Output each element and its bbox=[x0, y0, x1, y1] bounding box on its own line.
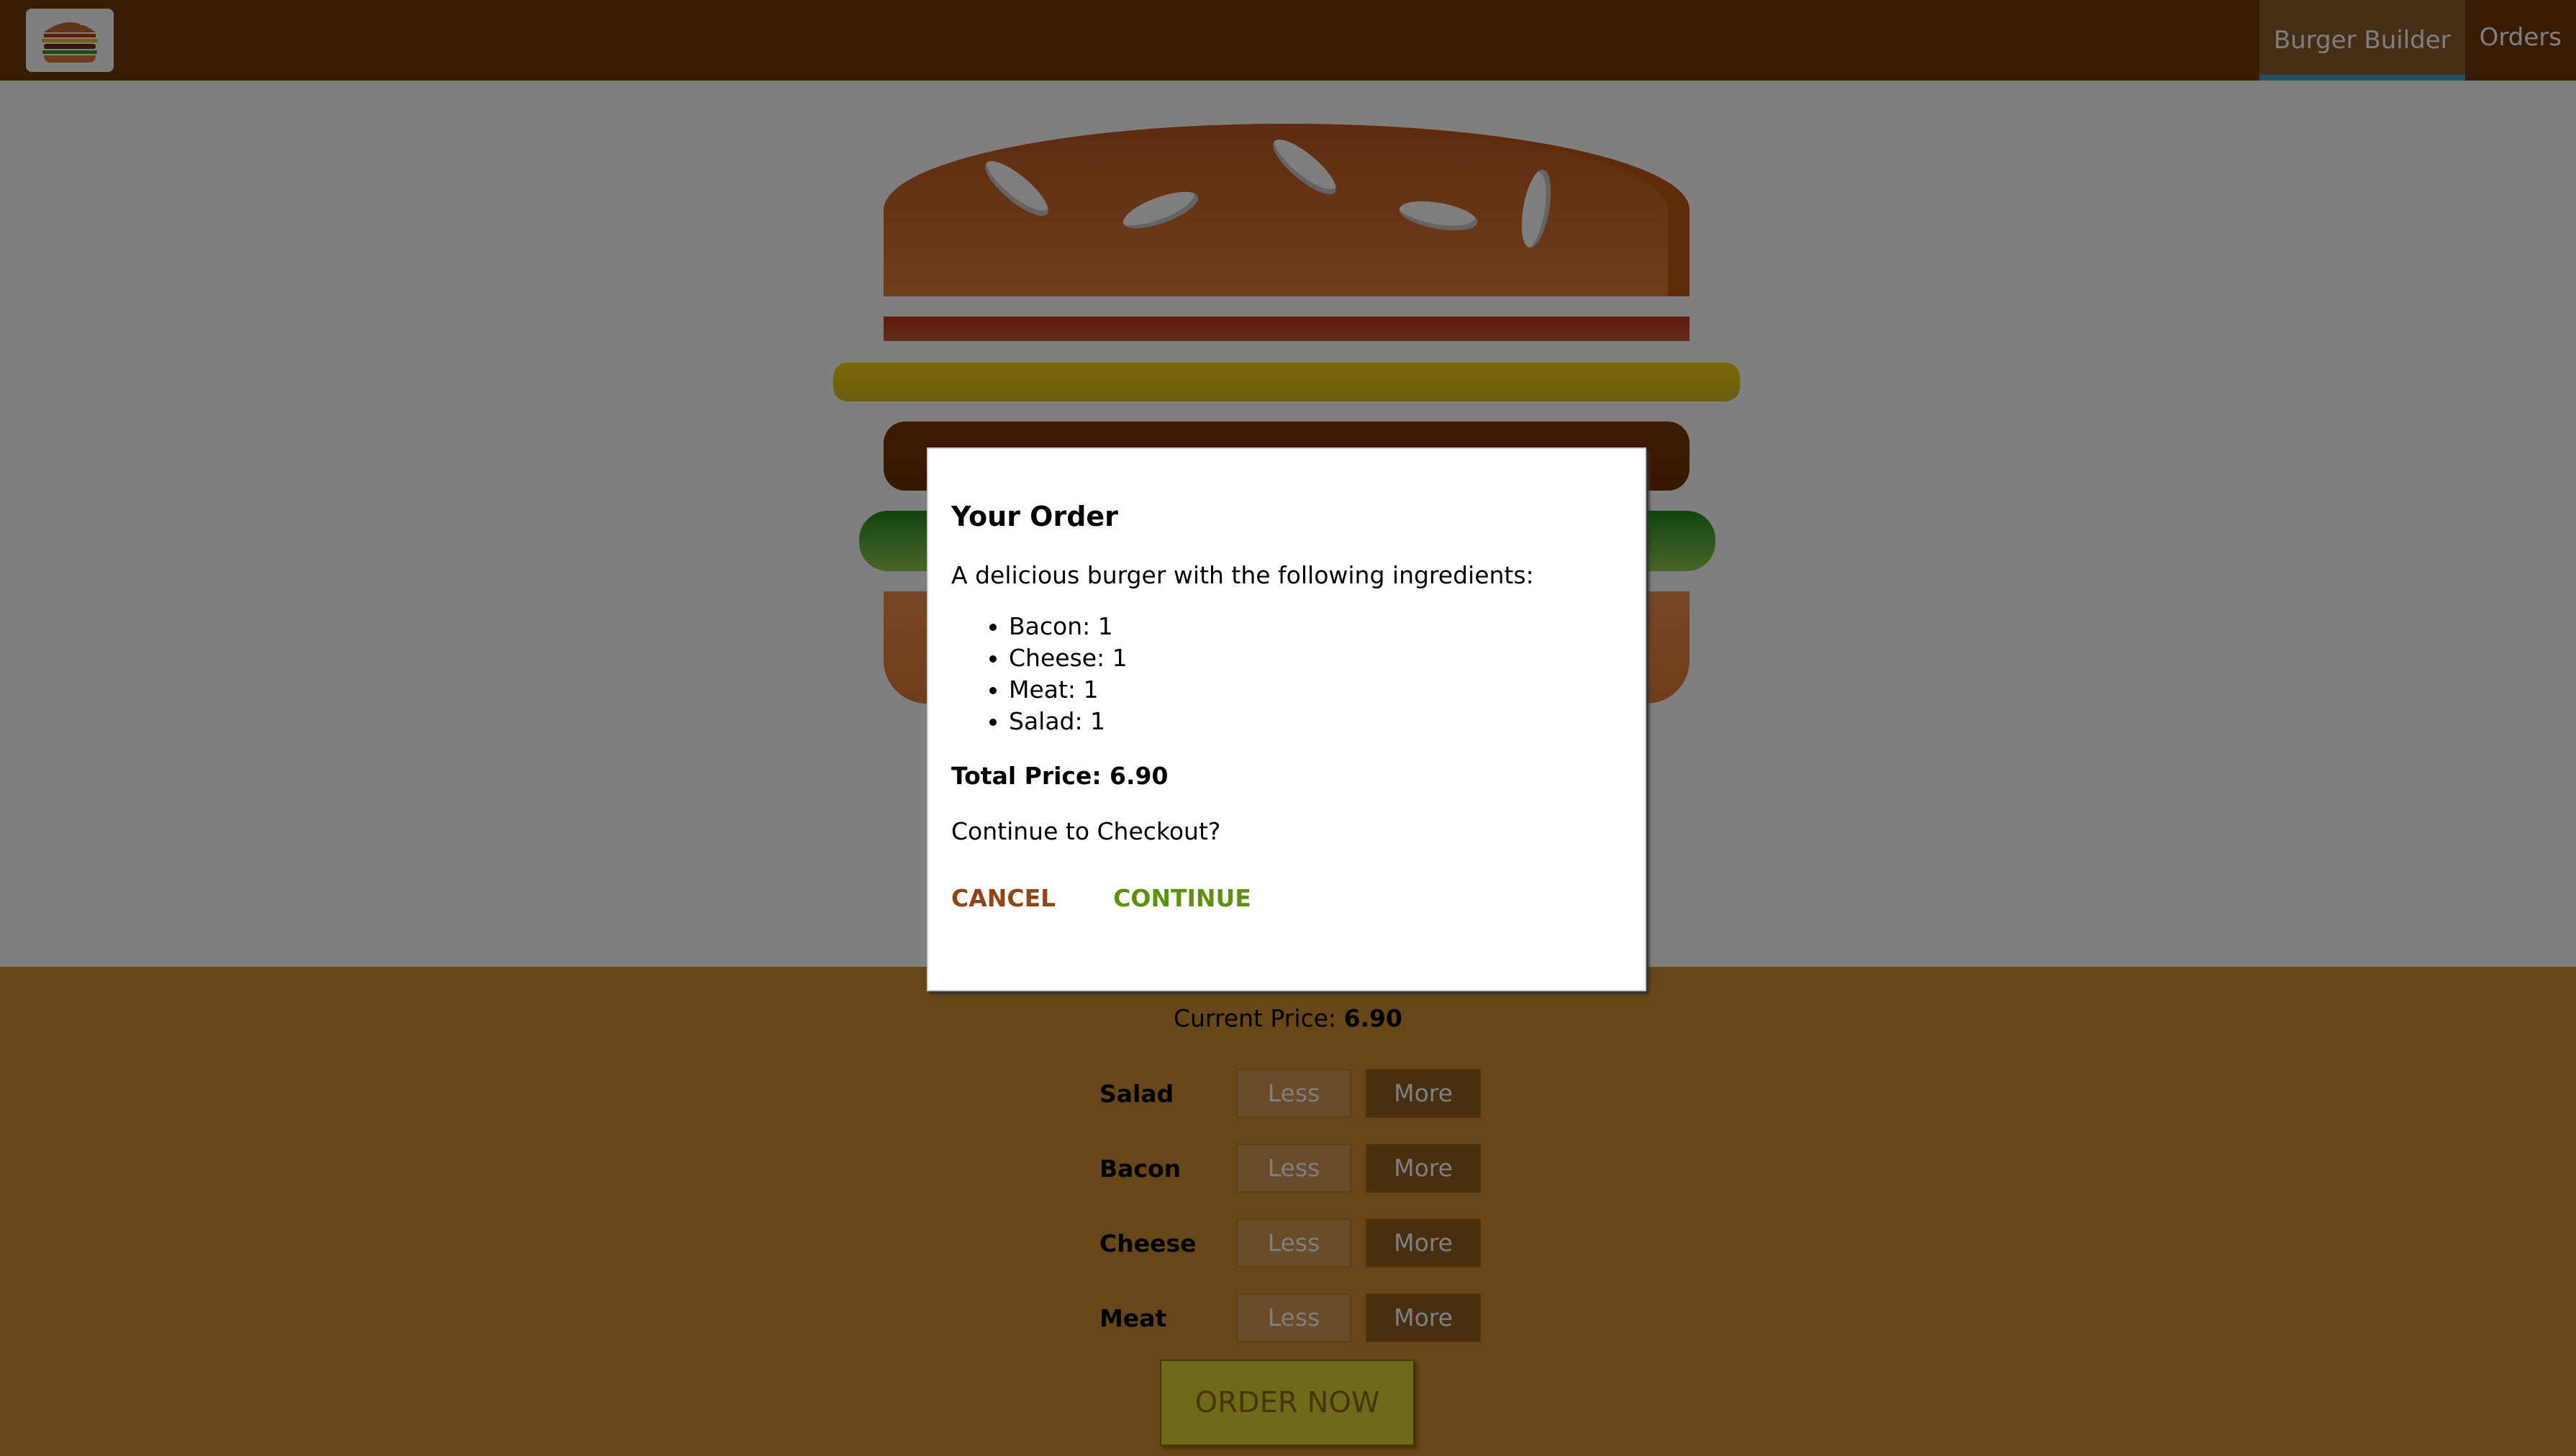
modal-title: Your Order bbox=[951, 501, 1118, 532]
ingredient-list: Bacon: 1 Cheese: 1 Meat: 1 Salad: 1 bbox=[951, 611, 1622, 737]
list-item: Bacon: 1 bbox=[1009, 611, 1622, 642]
total-price: Total Price: 6.90 bbox=[951, 762, 1169, 790]
checkout-question: Continue to Checkout? bbox=[951, 817, 1221, 845]
list-item: Salad: 1 bbox=[1009, 706, 1622, 737]
continue-button[interactable]: CONTINUE bbox=[1113, 884, 1251, 912]
order-summary-modal: Your Order A delicious burger with the f… bbox=[927, 447, 1646, 991]
modal-actions: CANCEL CONTINUE bbox=[951, 884, 1622, 912]
list-item: Meat: 1 bbox=[1009, 674, 1622, 706]
list-item: Cheese: 1 bbox=[1009, 642, 1622, 674]
cancel-button[interactable]: CANCEL bbox=[951, 884, 1056, 912]
modal-intro: A delicious burger with the following in… bbox=[951, 561, 1534, 589]
